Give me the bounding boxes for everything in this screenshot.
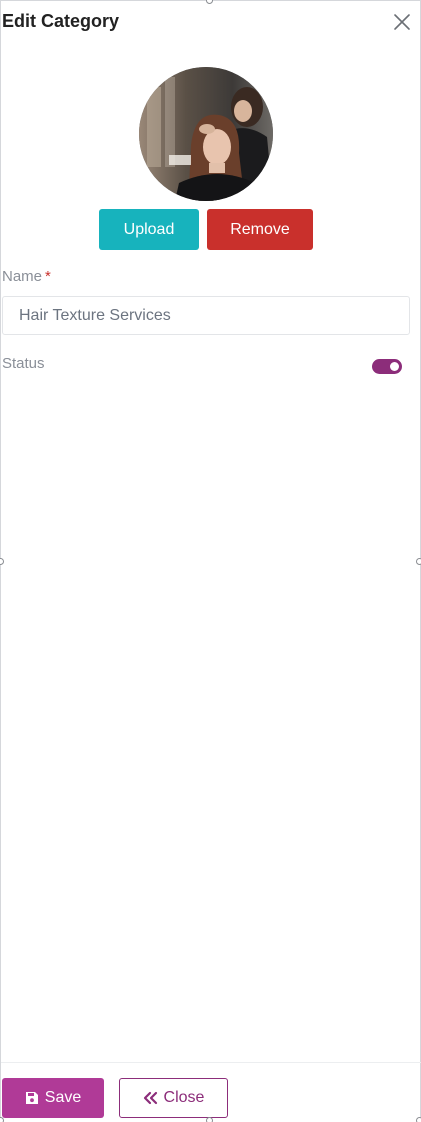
close-button[interactable]: Close	[119, 1078, 228, 1118]
name-label-row: Name *	[2, 268, 51, 285]
double-chevron-left-icon	[143, 1091, 158, 1105]
resize-handle-bottom-left[interactable]	[0, 1117, 4, 1122]
category-image	[139, 67, 273, 201]
save-label: Save	[44, 1089, 82, 1106]
dialog-title: Edit Category	[2, 11, 120, 31]
close-icon[interactable]	[392, 12, 412, 32]
close-label: Close	[163, 1089, 205, 1106]
upload-button[interactable]: Upload	[99, 209, 199, 250]
floppy-disk-icon	[25, 1091, 39, 1105]
status-label: Status	[2, 355, 45, 372]
resize-handle-bottom-right[interactable]	[416, 1117, 421, 1122]
name-input[interactable]	[2, 296, 410, 335]
name-label: Name	[2, 268, 43, 285]
edit-category-panel: Edit Category Upload Remove Name * Hair …	[0, 0, 421, 1121]
required-marker: *	[45, 268, 51, 285]
status-toggle[interactable]	[372, 359, 402, 374]
toggle-knob	[390, 362, 399, 371]
resize-handle-right[interactable]	[416, 558, 421, 565]
footer-divider	[1, 1062, 421, 1063]
remove-button[interactable]: Remove	[207, 209, 313, 250]
save-button[interactable]: Save	[2, 1078, 104, 1118]
resize-handle-bottom[interactable]	[206, 1117, 213, 1122]
